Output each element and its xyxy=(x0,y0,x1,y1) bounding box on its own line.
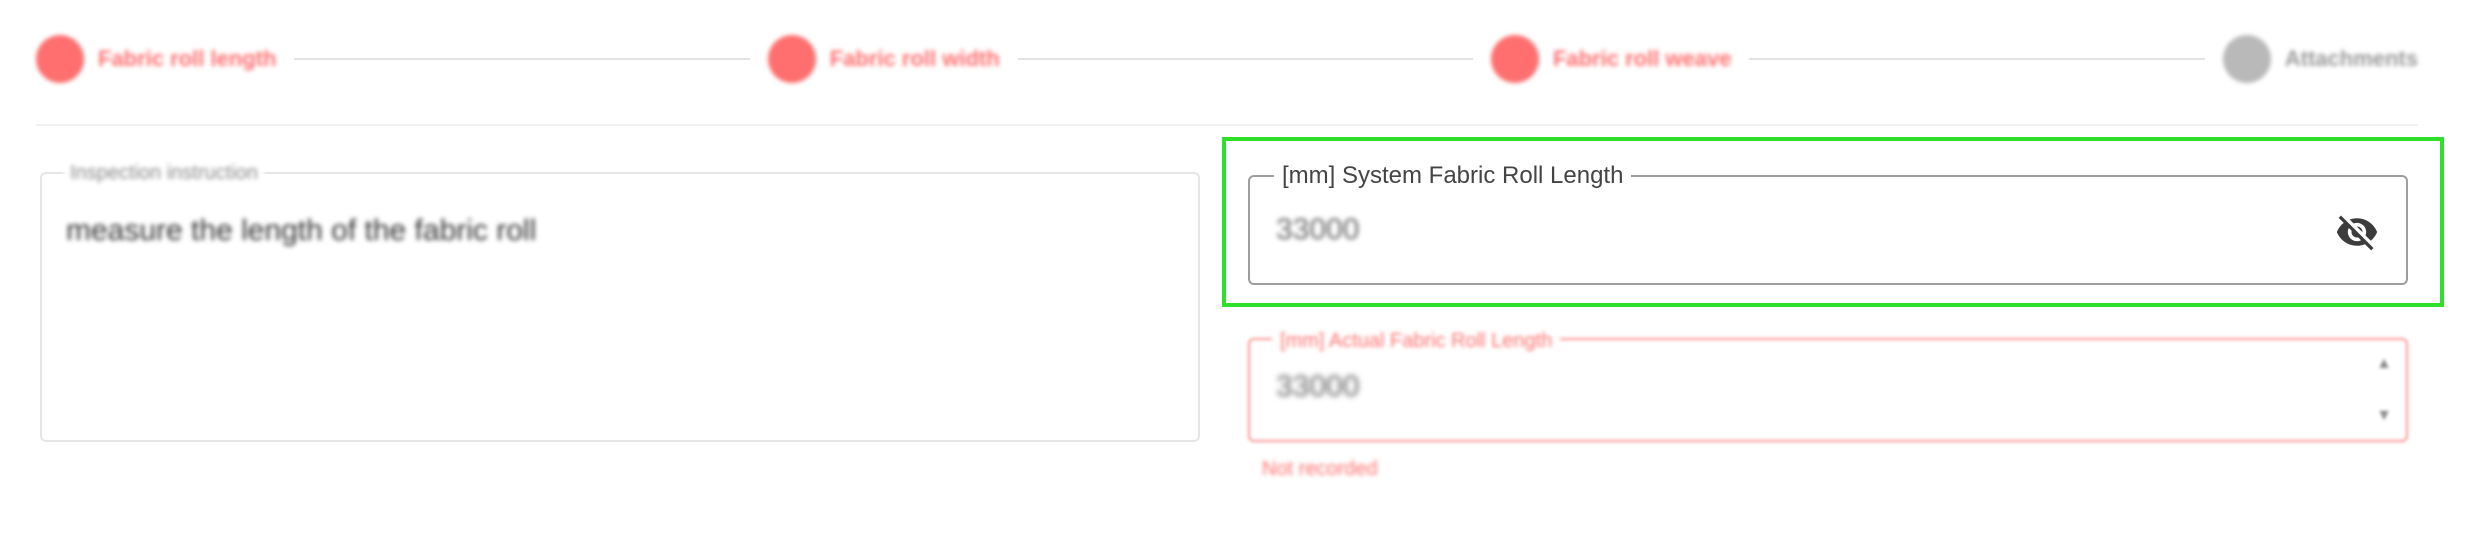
step-error-icon xyxy=(36,35,84,83)
step-fabric-roll-width[interactable]: Fabric roll width xyxy=(767,35,1000,83)
step-pending-icon xyxy=(2222,35,2271,83)
actual-fabric-roll-length-field[interactable]: [mm] Actual Fabric Roll Length 33000 ▲ ▼ xyxy=(1248,327,2408,442)
inspection-page: Fabric roll length Fabric roll width Fab… xyxy=(0,0,2478,536)
instruction-legend: Inspection instruction xyxy=(64,162,264,185)
step-attachments[interactable]: Attachments xyxy=(2222,35,2418,83)
step-fabric-roll-weave[interactable]: Fabric roll weave xyxy=(1490,35,1732,83)
step-fabric-roll-length[interactable]: Fabric roll length xyxy=(36,35,276,83)
chevron-up-icon[interactable]: ▲ xyxy=(2372,352,2396,376)
step-label: Fabric roll length xyxy=(98,46,277,71)
divider xyxy=(36,124,2418,126)
system-fabric-roll-length-field[interactable]: [mm] System Fabric Roll Length 33000 xyxy=(1248,162,2408,285)
actual-fabric-roll-length-label: [mm] Actual Fabric Roll Length xyxy=(1272,327,1561,355)
system-fabric-roll-length-label: [mm] System Fabric Roll Length xyxy=(1274,162,1632,190)
step-label: Attachments xyxy=(2284,46,2418,71)
visibility-toggle-button[interactable] xyxy=(2334,209,2380,255)
actual-fabric-roll-length-value: 33000 xyxy=(1276,370,1360,403)
step-connector xyxy=(1749,58,2205,60)
step-connector xyxy=(294,58,750,60)
step-error-icon xyxy=(767,35,816,83)
step-label: Fabric roll width xyxy=(829,46,1000,71)
step-label: Fabric roll weave xyxy=(1552,46,1732,71)
visibility-off-icon xyxy=(2336,215,2378,251)
step-connector xyxy=(1017,58,1473,60)
field-error-message: Not recorded xyxy=(1262,458,1378,480)
chevron-down-icon[interactable]: ▼ xyxy=(2372,404,2396,428)
instruction-text: measure the length of the fabric roll xyxy=(66,214,537,247)
inspection-instruction-box: Inspection instruction measure the lengt… xyxy=(40,162,1200,442)
system-fabric-roll-length-value: 33000 xyxy=(1276,213,1360,246)
stepper: Fabric roll length Fabric roll width Fab… xyxy=(36,32,2418,86)
step-error-icon xyxy=(1490,35,1539,83)
